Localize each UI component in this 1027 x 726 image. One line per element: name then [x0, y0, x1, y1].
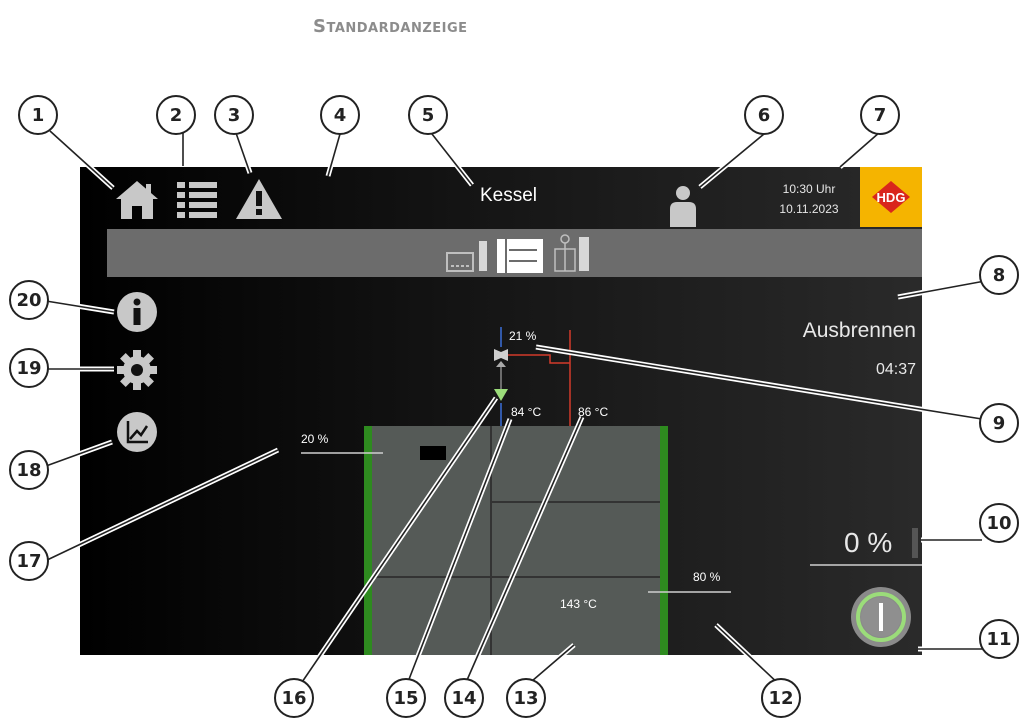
callout-16: 16 [274, 678, 314, 718]
callout-1: 1 [18, 95, 58, 135]
callout-20: 20 [9, 280, 49, 320]
callout-17: 17 [9, 541, 49, 581]
callout-7: 7 [860, 95, 900, 135]
callout-10: 10 [979, 503, 1019, 543]
callout-19: 19 [9, 348, 49, 388]
callout-2: 2 [156, 95, 196, 135]
callout-8: 8 [979, 255, 1019, 295]
callout-14: 14 [444, 678, 484, 718]
callout-13: 13 [506, 678, 546, 718]
callout-3: 3 [214, 95, 254, 135]
callout-9: 9 [979, 403, 1019, 443]
callout-6: 6 [744, 95, 784, 135]
callout-11: 11 [979, 619, 1019, 659]
callout-5: 5 [408, 95, 448, 135]
callout-18: 18 [9, 450, 49, 490]
callout-4: 4 [320, 95, 360, 135]
callout-15: 15 [386, 678, 426, 718]
callout-12: 12 [761, 678, 801, 718]
